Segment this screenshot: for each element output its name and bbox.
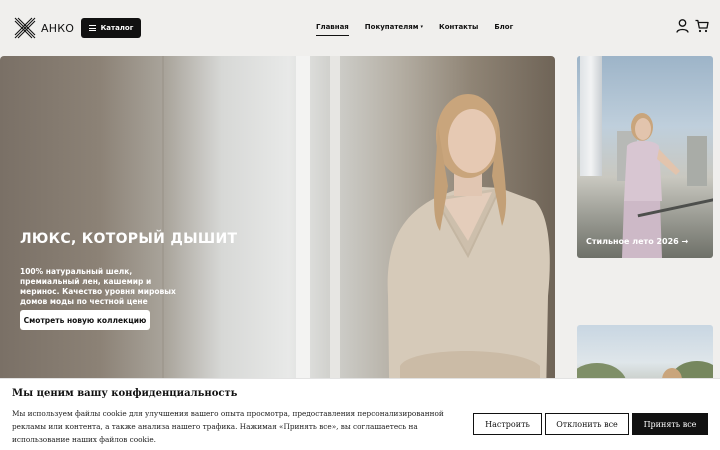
user-icon[interactable] bbox=[676, 19, 689, 33]
building-image bbox=[687, 136, 707, 186]
summer-collection-text: Стильное лето 2026 bbox=[586, 237, 679, 246]
arrow-right-icon: → bbox=[681, 237, 689, 246]
cookie-consent-banner: Мы ценим вашу конфиденциальность Мы испо… bbox=[0, 378, 720, 450]
view-collection-button[interactable]: Смотреть новую коллекцию bbox=[20, 310, 150, 330]
building-image bbox=[580, 56, 602, 176]
nav-item-contacts[interactable]: Контакты bbox=[439, 23, 478, 31]
reject-all-button[interactable]: Отклонить все bbox=[545, 413, 629, 435]
hero-title: ЛЮКС, КОТОРЫЙ ДЫШИТ bbox=[20, 231, 238, 247]
summer-collection-label: Стильное лето 2026 → bbox=[586, 237, 688, 246]
model-photo bbox=[622, 113, 680, 258]
nav-item-customers[interactable]: Покупателям ▾ bbox=[365, 23, 423, 31]
catalog-button[interactable]: Каталог bbox=[81, 18, 141, 38]
brand-name: АНКО bbox=[41, 21, 75, 35]
chevron-down-icon: ▾ bbox=[420, 24, 424, 30]
summer-collection-card[interactable]: Стильное лето 2026 → bbox=[577, 56, 713, 258]
nav-item-home[interactable]: Главная bbox=[316, 23, 349, 36]
menu-icon bbox=[88, 25, 96, 31]
main-nav: Главная Покупателям ▾ Контакты Блог bbox=[316, 23, 513, 36]
hero-description: 100% натуральный шелк, премиальный лен, … bbox=[20, 267, 176, 306]
nav-item-customers-label: Покупателям bbox=[364, 23, 419, 31]
site-header: АНКО Каталог Главная Покупателям ▾ Контак… bbox=[0, 0, 720, 56]
cookie-text: Мы используем файлы cookie для улучшения… bbox=[12, 409, 444, 444]
cookie-settings-button[interactable]: Настроить bbox=[473, 413, 542, 435]
nav-item-blog[interactable]: Блог bbox=[494, 23, 513, 31]
cookie-title: Мы ценим вашу конфиденциальность bbox=[12, 388, 238, 399]
cart-icon[interactable] bbox=[695, 19, 709, 33]
accept-all-button[interactable]: Принять все bbox=[632, 413, 708, 435]
logo[interactable]: АНКО bbox=[14, 17, 74, 39]
catalog-button-label: Каталог bbox=[100, 24, 134, 32]
crossed-lines-logo-icon bbox=[14, 17, 36, 39]
